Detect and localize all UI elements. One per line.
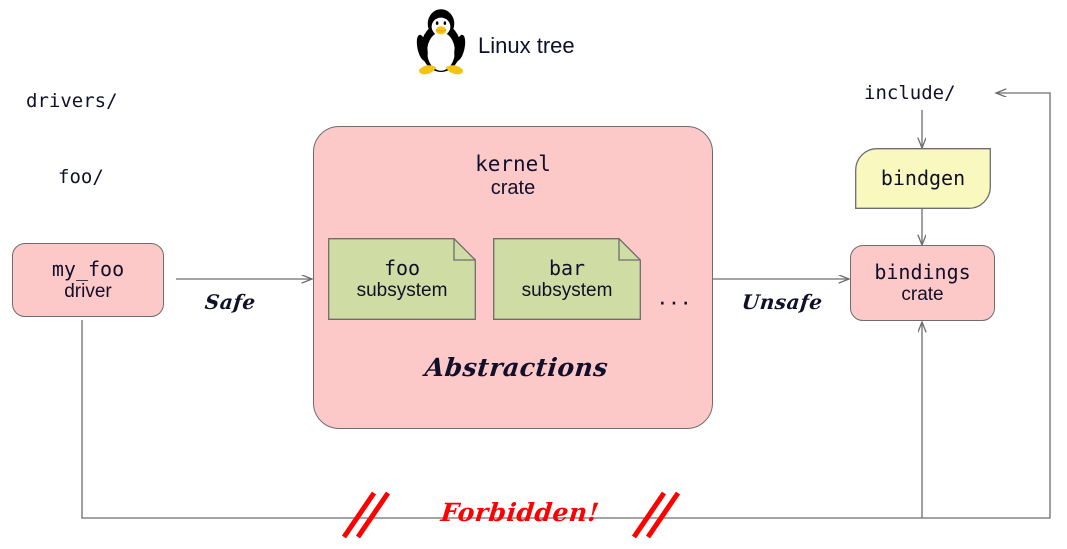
path-label-foo: foo/: [58, 166, 104, 188]
diagram-canvas: Linux tree drivers/ foo/ include/ my_foo…: [0, 0, 1067, 549]
edge-label-forbidden: Forbidden!: [439, 498, 601, 527]
node-kernel-crate-line2: crate: [490, 176, 536, 199]
node-my-foo-driver-line2: driver: [64, 280, 112, 302]
node-bar-subsystem[interactable]: bar subsystem: [493, 238, 641, 320]
node-foo-subsystem[interactable]: foo subsystem: [328, 238, 476, 320]
node-bindings-crate[interactable]: bindings crate: [850, 245, 995, 321]
node-my-foo-driver-line1: my_foo: [51, 257, 125, 282]
tux-penguin-icon: [410, 8, 472, 78]
path-label-include: include/: [864, 82, 956, 104]
node-more-subsystems: ···: [658, 286, 693, 316]
node-bindgen[interactable]: bindgen: [855, 148, 991, 209]
node-bindings-crate-line1: bindings: [874, 260, 971, 285]
path-label-drivers: drivers/: [26, 90, 118, 112]
edge-label-unsafe: Unsafe: [740, 290, 824, 314]
label-abstractions: Abstractions: [423, 353, 610, 382]
edge-label-safe: Safe: [203, 290, 257, 314]
diagram-title: Linux tree: [478, 33, 575, 58]
node-bindings-crate-line2: crate: [901, 283, 944, 305]
node-kernel-crate-line1: kernel: [475, 152, 551, 176]
node-my-foo-driver[interactable]: my_foo driver: [12, 243, 164, 317]
